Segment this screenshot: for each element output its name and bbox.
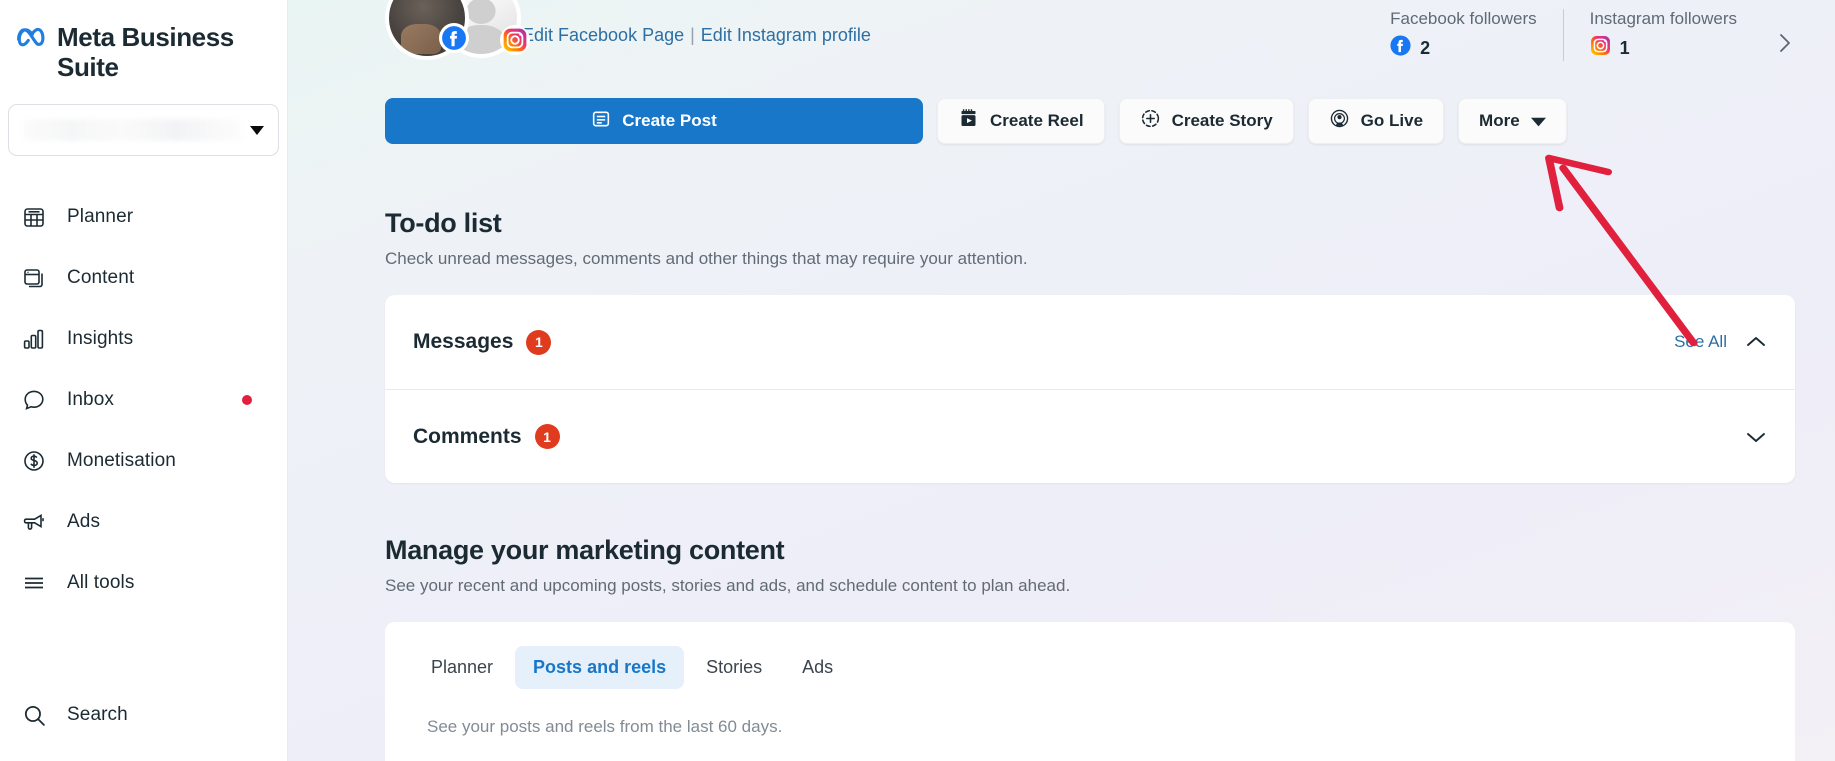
inbox-notification-dot [242, 395, 252, 405]
more-button[interactable]: More [1458, 98, 1567, 144]
create-post-label: Create Post [622, 111, 716, 131]
go-live-label: Go Live [1361, 111, 1423, 131]
sidebar-item-label: All tools [67, 572, 134, 594]
content-tabs: Planner Posts and reels Stories Ads [385, 646, 1795, 689]
reel-clapper-icon [958, 108, 979, 134]
sidebar-item-label: Inbox [67, 389, 114, 411]
search-icon [19, 700, 49, 730]
messages-count-badge: 1 [526, 330, 551, 355]
instagram-followers-group: Instagram followers [1563, 9, 1763, 61]
sidebar-item-all-tools[interactable]: All tools [0, 552, 287, 613]
brand: Meta Business Suite [0, 0, 287, 82]
dollar-circle-icon [19, 446, 49, 476]
sidebar-item-ads[interactable]: Ads [0, 491, 287, 552]
avatar-group [385, 0, 510, 70]
sidebar-item-planner[interactable]: Planner [0, 186, 287, 247]
meta-business-suite-app: Meta Business Suite Planner [0, 0, 1835, 761]
tab-stories[interactable]: Stories [688, 646, 780, 689]
sidebar-item-inbox[interactable]: Inbox [0, 369, 287, 430]
sidebar-item-label: Insights [67, 328, 133, 350]
more-label: More [1479, 111, 1520, 131]
todo-card: Messages 1 See All Comments [385, 295, 1795, 483]
messages-label: Messages [413, 330, 513, 354]
instagram-followers-label: Instagram followers [1590, 9, 1737, 29]
create-story-button[interactable]: Create Story [1119, 98, 1294, 144]
main-inner: Edit Facebook Page | Edit Instagram profil… [288, 0, 1835, 761]
calendar-grid-icon [19, 202, 49, 232]
sidebar-item-content[interactable]: Content [0, 247, 287, 308]
instagram-followers-count: 1 [1620, 38, 1630, 59]
messages-row-actions: See All [1674, 332, 1767, 352]
sidebar-item-label: Content [67, 267, 134, 289]
sidebar-search-label: Search [67, 704, 128, 726]
edit-links: Edit Facebook Page | Edit Instagram profil… [522, 25, 871, 46]
create-post-button[interactable]: Create Post [385, 98, 923, 144]
hamburger-menu-icon [19, 568, 49, 598]
chevron-down-icon[interactable] [1745, 430, 1767, 444]
megaphone-icon [19, 507, 49, 537]
instagram-followers-value-row: 1 [1590, 35, 1737, 61]
profile-header: Edit Facebook Page | Edit Instagram profil… [385, 0, 1835, 70]
comments-row-actions [1745, 430, 1767, 444]
messages-see-all-link[interactable]: See All [1674, 332, 1727, 352]
manage-panel: Planner Posts and reels Stories Ads See … [385, 622, 1795, 761]
facebook-badge-icon [439, 23, 469, 53]
tab-planner[interactable]: Planner [413, 646, 511, 689]
brand-title: Meta Business Suite [57, 22, 267, 82]
sidebar-item-label: Ads [67, 511, 100, 533]
live-broadcast-icon [1329, 108, 1350, 134]
create-reel-button[interactable]: Create Reel [937, 98, 1105, 144]
todo-title: To-do list [385, 208, 1835, 239]
sidebar-item-label: Planner [67, 206, 133, 228]
facebook-followers-count: 2 [1420, 38, 1430, 59]
followers-summary: Facebook followers 2 Ins [1364, 9, 1795, 62]
chevron-down-icon [250, 126, 264, 135]
instagram-square-icon [1590, 35, 1611, 61]
account-selector[interactable] [8, 104, 279, 156]
facebook-round-icon [1390, 35, 1411, 61]
manage-subtitle: See your recent and upcoming posts, stor… [385, 576, 1835, 596]
facebook-followers-value-row: 2 [1390, 35, 1536, 61]
edit-facebook-page-link[interactable]: Edit Facebook Page [522, 25, 684, 45]
chat-bubble-icon [19, 385, 49, 415]
comments-count-badge: 1 [535, 424, 560, 449]
create-story-label: Create Story [1172, 111, 1273, 131]
todo-row-comments[interactable]: Comments 1 [385, 389, 1795, 483]
main-content: Edit Facebook Page | Edit Instagram profil… [288, 0, 1835, 761]
manage-content-section: Manage your marketing content See your r… [385, 535, 1835, 761]
instagram-badge-icon [500, 25, 530, 55]
tab-posts-and-reels[interactable]: Posts and reels [515, 646, 684, 689]
comments-label: Comments [413, 425, 522, 449]
sidebar-item-monetisation[interactable]: Monetisation [0, 430, 287, 491]
create-reel-label: Create Reel [990, 111, 1084, 131]
todo-section: To-do list Check unread messages, commen… [385, 208, 1835, 483]
account-name-redacted [23, 119, 242, 141]
quick-actions-bar: Create Post Create [385, 98, 1835, 144]
manage-title: Manage your marketing content [385, 535, 1835, 566]
meta-infinity-logo-icon [16, 25, 50, 52]
sidebar-item-insights[interactable]: Insights [0, 308, 287, 369]
todo-row-messages[interactable]: Messages 1 See All [385, 295, 1795, 389]
edit-links-separator: | [690, 25, 695, 45]
tab-ads[interactable]: Ads [784, 646, 851, 689]
todo-subtitle: Check unread messages, comments and othe… [385, 249, 1835, 269]
chevron-up-icon[interactable] [1745, 335, 1767, 349]
post-lines-icon [591, 109, 611, 134]
chevron-right-icon[interactable] [1775, 29, 1795, 62]
facebook-followers-group: Facebook followers 2 [1364, 9, 1562, 61]
edit-instagram-profile-link[interactable]: Edit Instagram profile [701, 25, 871, 45]
bar-chart-icon [19, 324, 49, 354]
sidebar-nav: Planner Content [0, 186, 287, 613]
sidebar: Meta Business Suite Planner [0, 0, 288, 761]
chevron-down-icon [1531, 116, 1546, 127]
panel-note: See your posts and reels from the last 6… [385, 717, 1795, 737]
sidebar-item-label: Monetisation [67, 450, 176, 472]
facebook-followers-label: Facebook followers [1390, 9, 1536, 29]
go-live-button[interactable]: Go Live [1308, 98, 1444, 144]
plus-circle-icon [1140, 108, 1161, 134]
content-cards-icon [19, 263, 49, 293]
sidebar-search[interactable]: Search [0, 687, 287, 743]
